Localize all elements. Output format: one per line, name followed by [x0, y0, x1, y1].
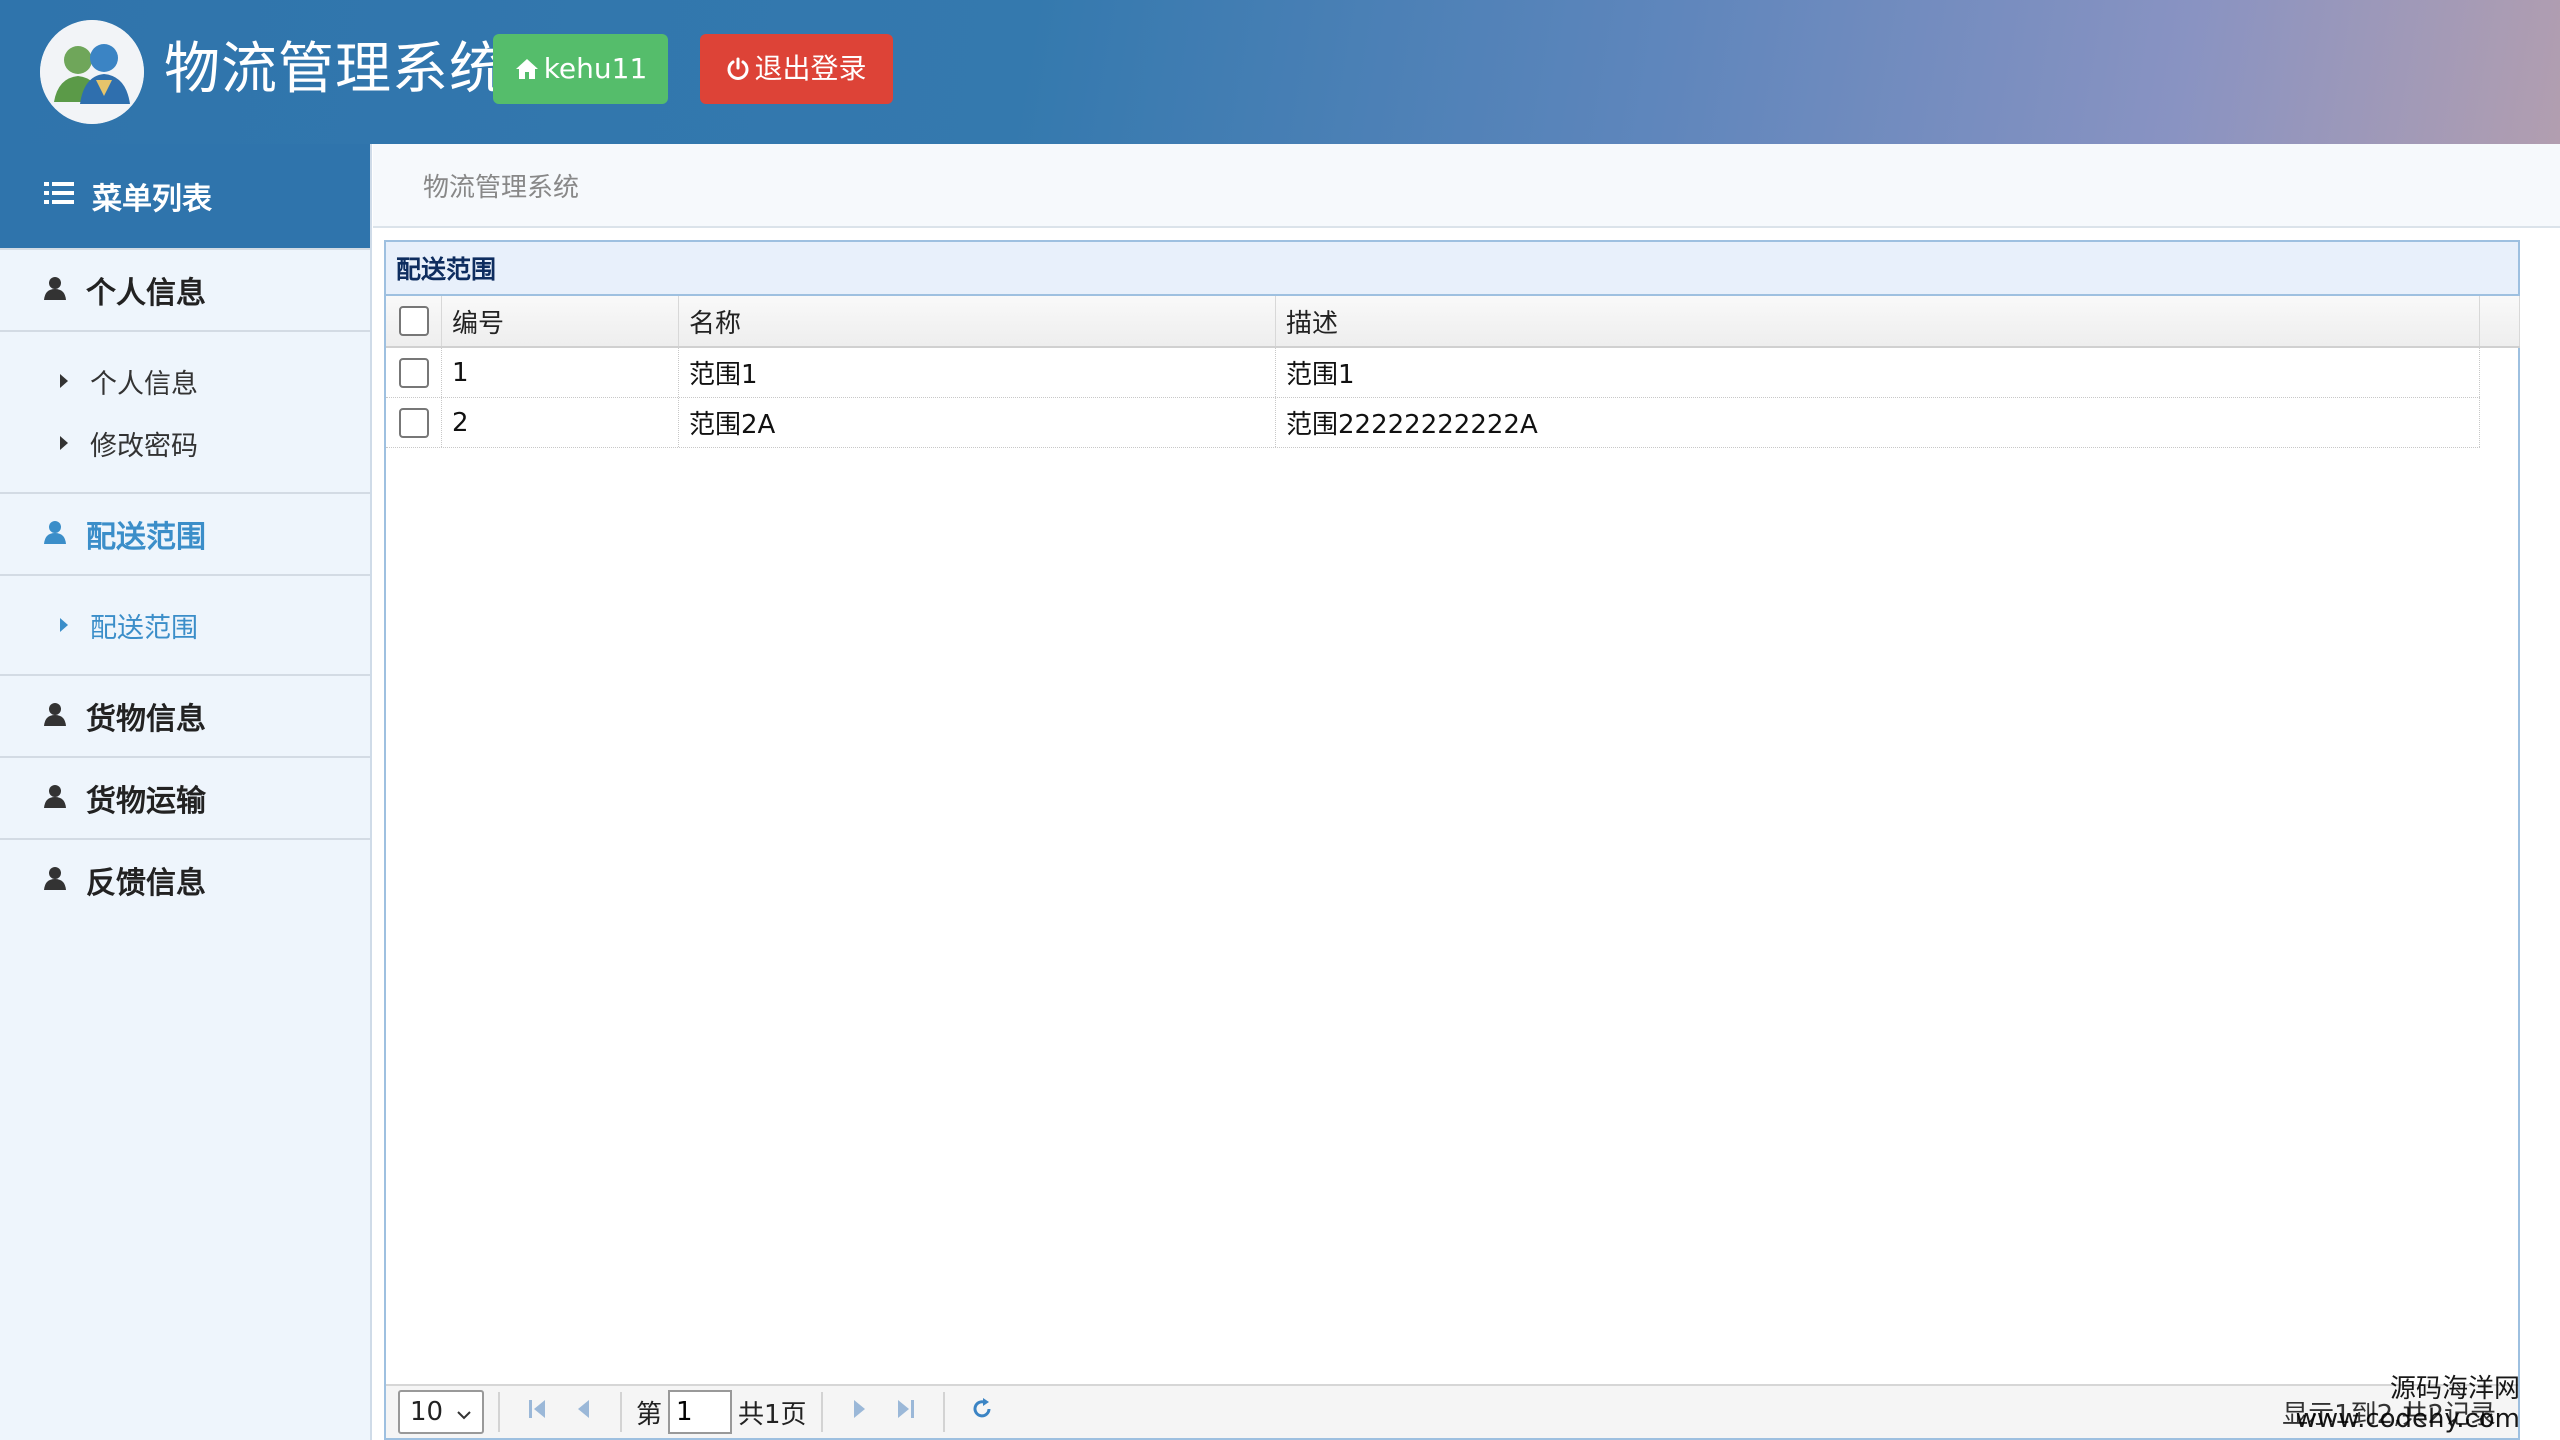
row-checkbox-cell: [386, 348, 442, 397]
row-checkbox[interactable]: [398, 357, 429, 388]
breadcrumb-text: 物流管理系统: [423, 172, 580, 203]
menu-group-label: 货物运输: [86, 784, 206, 819]
last-page-button[interactable]: [883, 1390, 929, 1434]
user-icon: [44, 699, 66, 734]
pager-separator: [820, 1392, 823, 1432]
user-icon: [44, 781, 66, 816]
column-header-description[interactable]: 描述: [1276, 296, 2480, 346]
menu-header: 菜单列表: [0, 144, 370, 248]
user-icon: [44, 273, 66, 308]
next-page-icon: [852, 1397, 868, 1427]
page-size-value: 10: [410, 1397, 444, 1427]
select-all-checkbox[interactable]: [398, 306, 429, 336]
prev-page-button[interactable]: [560, 1390, 606, 1434]
menu-group-goods-transport[interactable]: 货物运输: [0, 756, 370, 838]
menu-group-label: 反馈信息: [86, 866, 206, 901]
pager-separator: [498, 1392, 500, 1432]
menu-group-personal-info[interactable]: 个人信息: [0, 248, 370, 330]
submenu-personal-info: 个人信息 修改密码: [0, 330, 370, 492]
list-icon: [44, 179, 74, 214]
refresh-button[interactable]: [959, 1390, 1005, 1434]
column-header-id[interactable]: 编号: [442, 296, 679, 346]
users-logo-icon: [40, 20, 144, 124]
prev-page-icon: [575, 1397, 591, 1427]
menu-group-label: 货物信息: [86, 702, 206, 737]
data-grid: 编号 名称 描述 1 范围1 范围1 2 范围2A 范围22222222222A: [386, 296, 2520, 448]
menu-group-feedback[interactable]: 反馈信息: [0, 838, 370, 920]
breadcrumb: 物流管理系统: [373, 144, 2560, 228]
header-checkbox-cell: [386, 296, 442, 346]
row-checkbox-cell: [386, 398, 442, 447]
page-number-input[interactable]: [668, 1390, 733, 1434]
power-icon: [726, 57, 750, 81]
cell-id: 1: [442, 348, 679, 397]
refresh-icon: [970, 1397, 994, 1428]
cell-description: 范围22222222222A: [1276, 398, 2480, 447]
home-icon: [514, 57, 540, 81]
delivery-range-panel: 配送范围 编号 名称 描述 1 范围1 范围1 2 范围2A 范围2222222…: [384, 240, 2520, 1440]
menu-group-label: 个人信息: [86, 276, 206, 311]
menu-header-label: 菜单列表: [92, 182, 212, 217]
submenu-item-personal-info[interactable]: 个人信息: [0, 350, 370, 412]
last-page-icon: [896, 1397, 916, 1427]
chevron-down-icon: [456, 1397, 472, 1427]
submenu-item-label: 配送范围: [90, 612, 198, 644]
submenu-delivery-range: 配送范围: [0, 574, 370, 674]
first-page-icon: [527, 1397, 547, 1427]
cell-id: 2: [442, 398, 679, 447]
grid-header: 编号 名称 描述: [386, 296, 2520, 348]
pager-separator: [942, 1392, 945, 1432]
logout-label: 退出登录: [754, 52, 867, 85]
column-header-name[interactable]: 名称: [679, 296, 1276, 346]
watermark: 源码海洋网 www.codehy.com: [2296, 1374, 2520, 1434]
caret-right-icon: [60, 374, 68, 388]
first-page-button[interactable]: [514, 1390, 560, 1434]
panel-title: 配送范围: [386, 242, 2518, 296]
page-prefix-label: 第: [636, 1399, 663, 1430]
user-name-label: kehu11: [543, 52, 648, 85]
watermark-line1: 源码海洋网: [2389, 1374, 2520, 1404]
menu-group-label: 配送范围: [86, 520, 206, 555]
column-header-spacer: [2480, 296, 2520, 346]
cell-name: 范围1: [679, 348, 1276, 397]
next-page-button[interactable]: [837, 1390, 883, 1434]
caret-right-icon: [60, 618, 68, 632]
table-row[interactable]: 1 范围1 范围1: [386, 348, 2480, 398]
user-icon: [44, 863, 66, 898]
menu-group-delivery-range[interactable]: 配送范围: [0, 492, 370, 574]
pager-separator: [620, 1392, 622, 1432]
cell-name: 范围2A: [679, 398, 1276, 447]
submenu-item-delivery-range[interactable]: 配送范围: [0, 594, 370, 656]
user-home-button[interactable]: kehu11: [493, 34, 668, 104]
caret-right-icon: [60, 436, 68, 450]
watermark-line2: www.codehy.com: [2295, 1404, 2520, 1434]
page-total-label: 共1页: [738, 1399, 807, 1430]
menu-group-goods-info[interactable]: 货物信息: [0, 674, 370, 756]
app-title: 物流管理系统: [164, 37, 506, 102]
page-size-select[interactable]: 10: [398, 1390, 484, 1434]
submenu-item-label: 修改密码: [90, 430, 198, 462]
row-checkbox[interactable]: [398, 407, 429, 438]
pagination-bar: 10 第 共1页: [386, 1384, 2518, 1438]
submenu-item-change-password[interactable]: 修改密码: [0, 412, 370, 474]
submenu-item-label: 个人信息: [90, 368, 198, 400]
logout-button[interactable]: 退出登录: [700, 34, 893, 104]
table-row[interactable]: 2 范围2A 范围22222222222A: [386, 398, 2480, 448]
cell-description: 范围1: [1276, 348, 2480, 397]
user-icon: [44, 517, 66, 552]
sidebar: 菜单列表 个人信息 个人信息 修改密码 配送范围 配送范围 货物信息 货物运输 …: [0, 144, 372, 1440]
top-header: 物流管理系统 kehu11 退出登录: [0, 0, 2560, 144]
